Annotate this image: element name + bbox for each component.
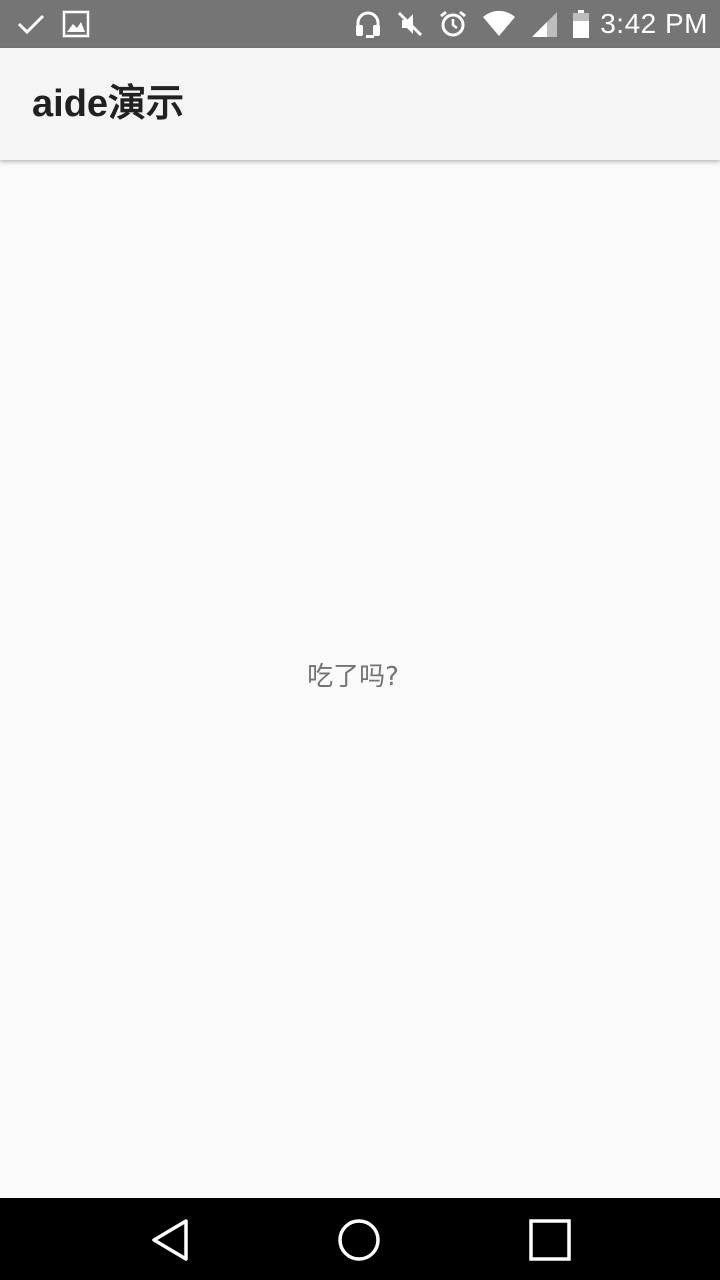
status-time: 3:42 PM <box>600 8 708 39</box>
main-content: 吃了吗? <box>0 160 720 1198</box>
screen: 3:42 PM aide演示 吃了吗? <box>0 0 720 1280</box>
check-icon <box>17 14 45 35</box>
navigation-bar <box>0 1198 720 1280</box>
home-button[interactable] <box>335 1216 383 1264</box>
status-right-icons: 3:42 PM <box>354 8 708 40</box>
recents-icon <box>529 1219 571 1261</box>
status-bar: 3:42 PM <box>0 0 720 48</box>
back-button[interactable] <box>146 1216 194 1264</box>
vibrate-off-icon <box>398 11 423 37</box>
home-icon <box>338 1219 380 1261</box>
image-icon <box>62 10 90 38</box>
back-icon <box>152 1219 188 1261</box>
message-text: 吃了吗? <box>307 662 399 692</box>
alarm-icon <box>440 10 467 37</box>
status-left-icons <box>16 10 90 38</box>
app-title: aide演示 <box>32 83 185 125</box>
app-bar: aide演示 <box>0 48 720 160</box>
battery-icon <box>573 10 590 38</box>
wifi-icon <box>483 11 516 36</box>
headphones-icon <box>356 11 381 38</box>
signal-icon <box>532 12 558 37</box>
recents-button[interactable] <box>526 1216 574 1264</box>
